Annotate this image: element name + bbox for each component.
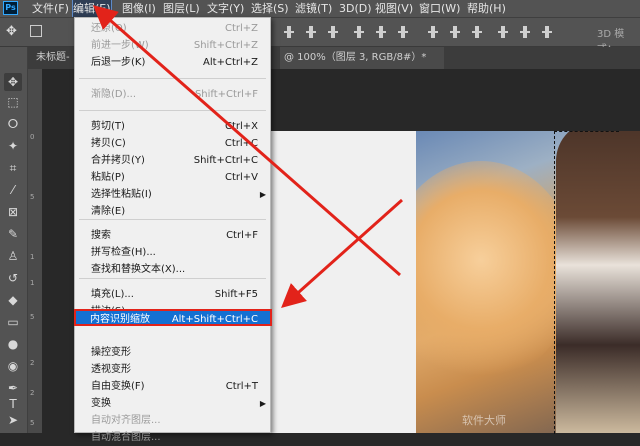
annotation-arrow-to-content-aware-scale [281, 198, 403, 308]
annotation-arrows [92, 5, 403, 308]
annotation-arrow-to-edit-menu [92, 5, 401, 277]
